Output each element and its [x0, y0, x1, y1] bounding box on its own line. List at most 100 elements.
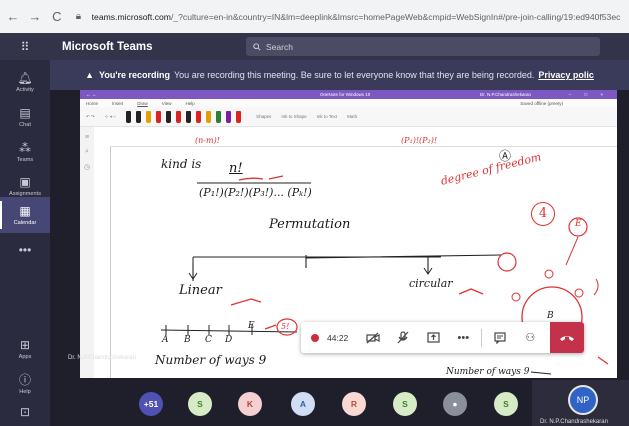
more-actions-button[interactable]: ••• [448, 322, 478, 353]
rail-item-more[interactable]: ••• [0, 232, 50, 268]
mic-off-button[interactable] [388, 322, 418, 353]
apps-icon: ⊞ [19, 337, 31, 352]
recording-indicator-icon [311, 333, 319, 342]
tool-math: Math [347, 114, 358, 119]
person-icon: ● [452, 399, 458, 409]
recording-message: You are recording this meeting. Be sure … [174, 70, 535, 80]
sync-status: Saved offline (preety) [520, 100, 563, 106]
undo-icon: ↶ ↷ [86, 113, 95, 119]
rail-label: Assignments [8, 190, 42, 197]
menu-home: Home [86, 100, 99, 106]
pen-icon [206, 110, 212, 123]
privacy-policy-link[interactable]: Privacy polic [538, 70, 594, 80]
pen-icon [136, 110, 142, 123]
left-rail: 🔔︎ Activity ▤ Chat ⁂ Teams ▣ Assignments… [0, 60, 50, 426]
ink-denominator: (P₁!)(P₂!)(P₃!)... (Pₖ!) [199, 186, 312, 199]
camera-off-button[interactable] [358, 322, 388, 353]
ink-circular: circular [409, 277, 453, 290]
participant-avatar[interactable]: S [494, 392, 518, 416]
search-placeholder: Search [266, 41, 293, 52]
chat-icon [494, 331, 506, 344]
participant-initials: S [197, 399, 203, 409]
hang-up-button[interactable] [550, 322, 584, 353]
rail-item-chat[interactable]: ▤ Chat [0, 99, 50, 135]
onenote-titlebar: ← → OneNote for Windows 10 Dr. N.P.Chand… [80, 90, 617, 99]
share-screen-button[interactable] [418, 322, 448, 353]
ink-circled-e: E [575, 219, 582, 229]
pen-icon [126, 110, 132, 123]
search-icon: ⌕ [85, 148, 89, 155]
ink-top-fragment-1: (n-m)! [195, 136, 220, 145]
back-button[interactable]: ← [4, 8, 22, 26]
teams-icon: ⁂ [19, 140, 31, 155]
ink-letter: B [184, 335, 191, 345]
participant-avatar[interactable]: R [342, 392, 366, 416]
app-launcher-icon[interactable]: ⠿ [0, 40, 50, 54]
menu-insert: Insert [112, 100, 124, 106]
forward-button[interactable]: → [26, 8, 44, 26]
pen-icon [176, 110, 182, 123]
ink-kind-is: kind is [161, 157, 202, 171]
participant-initials: K [246, 399, 254, 409]
recording-title: You're recording [99, 70, 170, 80]
ink-letter: A [162, 335, 169, 345]
ink-number-of-ways: Number of ways 9 [155, 353, 267, 367]
onenote-menu: Home Insert Draw View Help Saved offline… [80, 99, 617, 107]
warning-icon: ▲ [85, 70, 94, 80]
lock-icon: 🔒︎ [75, 10, 82, 22]
reload-button[interactable]: C [48, 8, 66, 26]
ink-letter: D [225, 335, 233, 345]
participant-avatar[interactable]: S [188, 392, 212, 416]
participant-overflow[interactable]: +51 [139, 392, 163, 416]
participant-photo[interactable]: ● [443, 392, 467, 416]
chat-icon: ▤ [19, 105, 31, 120]
camera-off-icon [366, 332, 380, 343]
onenote-user: Dr. N.P.Chandrashekaran [480, 92, 531, 97]
onenote-title: OneNote for Windows 10 [320, 92, 371, 97]
recording-banner: ▲ You're recording You are recording thi… [50, 60, 629, 90]
pen-icon [216, 110, 222, 123]
divider [481, 328, 483, 347]
rail-item-apps[interactable]: ⊞ Apps [0, 331, 50, 367]
participant-avatar[interactable]: K [238, 392, 262, 416]
rail-item-activity[interactable]: 🔔︎ Activity [0, 64, 50, 100]
ink-five-factorial: 5! [281, 322, 290, 331]
pen-icon [156, 110, 162, 123]
url-domain: teams.microsoft.com [91, 11, 171, 22]
participants-button[interactable]: ⚇ [515, 322, 545, 353]
presenter-name: Dr. N.P.Chandrashekaran [68, 355, 136, 361]
more-icon: ••• [457, 331, 470, 344]
calendar-icon: ▦ [19, 203, 31, 218]
search-input[interactable]: Search [246, 37, 600, 56]
app-name: Microsoft Teams [62, 40, 153, 53]
rail-item-calendar[interactable]: ▦ Calendar [0, 197, 50, 233]
participant-avatar[interactable]: A [291, 392, 315, 416]
self-name: Dr. N.P.Chandrashekaran [540, 419, 608, 425]
window-controls: – □ × [568, 92, 609, 97]
mic-off-icon [397, 331, 409, 344]
teams-header: ⠿ Microsoft Teams Search [0, 33, 629, 60]
pen-icon [186, 110, 192, 123]
onenote-sidebar: ≡ ⌕ ◷ [80, 127, 94, 383]
browser-toolbar: ← → C 🔒︎ teams.microsoft.com/_?culture=e… [0, 0, 629, 33]
search-icon [253, 42, 261, 51]
participant-avatar[interactable]: S [393, 392, 417, 416]
address-bar[interactable]: teams.microsoft.com/_?culture=en-in&coun… [92, 12, 629, 22]
rail-label: Teams [16, 156, 34, 163]
draw-toolbar: ↶ ↷ ⊹ ⌖ ÷ Shapes Ink to Shape Ink to Tex… [80, 107, 617, 127]
rail-item-download[interactable]: ⊡ [0, 394, 50, 426]
chat-button[interactable] [485, 322, 515, 353]
download-icon: ⊡ [19, 404, 31, 419]
onenote-nav-icon: ← → [86, 92, 97, 97]
hang-up-icon [560, 335, 574, 341]
share-screen-icon [427, 331, 440, 343]
assignments-icon: ▣ [19, 174, 31, 189]
more-icon: ••• [18, 242, 32, 257]
participant-initials: R [350, 399, 358, 409]
menu-help: Help [185, 100, 195, 106]
rail-item-teams[interactable]: ⁂ Teams [0, 134, 50, 170]
help-icon: ⓘ [18, 372, 31, 387]
tool-ink-to-text: Ink to Text [316, 114, 338, 119]
call-timer: 44:22 [327, 332, 349, 343]
pen-icon [226, 110, 232, 123]
